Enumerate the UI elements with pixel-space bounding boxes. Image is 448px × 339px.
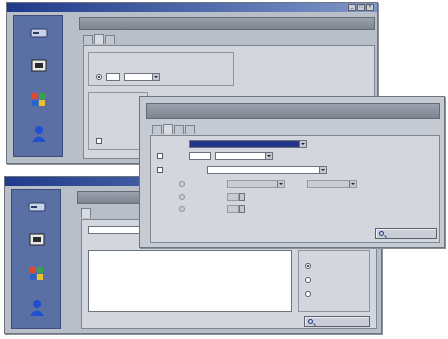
sidebar-item-drives[interactable] [18,22,60,50]
chevron-down-icon[interactable] [265,153,272,159]
size-value-field[interactable] [215,152,273,160]
sidebar-item-users[interactable] [16,298,58,326]
search-options-window [139,96,445,248]
settings-checkbox[interactable] [96,138,102,144]
size-operator-field[interactable] [189,152,211,160]
sidebar-item-folders[interactable] [16,230,58,258]
drive-icon [28,202,46,212]
tab-options-1[interactable] [152,125,162,134]
close-button[interactable]: × [366,4,374,11]
folder-icon [31,59,47,72]
tab-search-files[interactable] [81,208,91,218]
tab-options-4[interactable] [185,125,195,134]
date-within-radio-1[interactable] [179,194,185,200]
folder-icon [29,233,45,246]
settings-option-value[interactable] [124,73,160,81]
chevron-down-icon[interactable] [349,181,356,187]
settings-titlebar[interactable]: _ □ × [7,3,377,12]
minimize-button[interactable]: _ [348,4,356,11]
date-within-spinner-2[interactable] [239,205,245,213]
settings-sidebar [13,15,63,157]
search-side-groupbox [298,250,370,312]
size-checkbox[interactable] [157,153,163,159]
search-options-content [150,135,440,243]
chevron-down-icon[interactable] [152,74,159,80]
search-icon [308,319,313,324]
chevron-down-icon[interactable] [299,141,306,147]
tab-settings-1[interactable] [83,35,93,44]
sidebar-item-system[interactable] [16,264,58,292]
search-side-radio-3[interactable] [305,291,311,297]
tab-options-2[interactable] [163,124,173,134]
date-within-radio-2[interactable] [179,206,185,212]
settings-option-field[interactable] [106,73,120,81]
tab-settings-2[interactable] [94,34,104,44]
tab-options-3[interactable] [174,125,184,134]
type-dropdown[interactable] [189,140,307,148]
date-within-value-2[interactable] [227,205,239,213]
settings-option-radio[interactable] [96,74,102,80]
search-side-radio-2[interactable] [305,277,311,283]
chevron-down-icon[interactable] [277,181,284,187]
windows-icon [32,93,45,106]
sidebar-item-folders[interactable] [18,56,60,84]
search-sidebar [11,189,61,329]
sidebar-item-drives[interactable] [16,196,58,224]
start-search-button[interactable] [304,316,370,327]
drive-icon [30,28,48,38]
tab-settings-3[interactable] [105,35,115,44]
search-side-radio-1[interactable] [305,263,311,269]
date-between-radio[interactable] [179,181,185,187]
date-to-field[interactable] [307,180,357,188]
windows-icon [30,267,43,280]
user-icon [32,126,46,142]
user-icon [30,300,44,316]
sidebar-item-system[interactable] [18,90,60,118]
settings-tabs [83,34,115,44]
date-checkbox[interactable] [157,167,163,173]
date-within-spinner-1[interactable] [239,193,245,201]
date-within-value-1[interactable] [227,193,239,201]
chevron-down-icon[interactable] [319,167,326,173]
search-icon [379,231,384,236]
search-options-header [146,103,440,119]
date-mode-dropdown[interactable] [207,166,327,174]
search-results-list[interactable] [88,250,292,312]
start-search-button[interactable] [375,228,437,239]
sidebar-item-users[interactable] [18,124,60,152]
maximize-button[interactable]: □ [357,4,365,11]
date-from-field[interactable] [227,180,285,188]
search-tabs [81,208,91,218]
search-options-tabs [152,124,195,134]
settings-header [79,17,375,30]
